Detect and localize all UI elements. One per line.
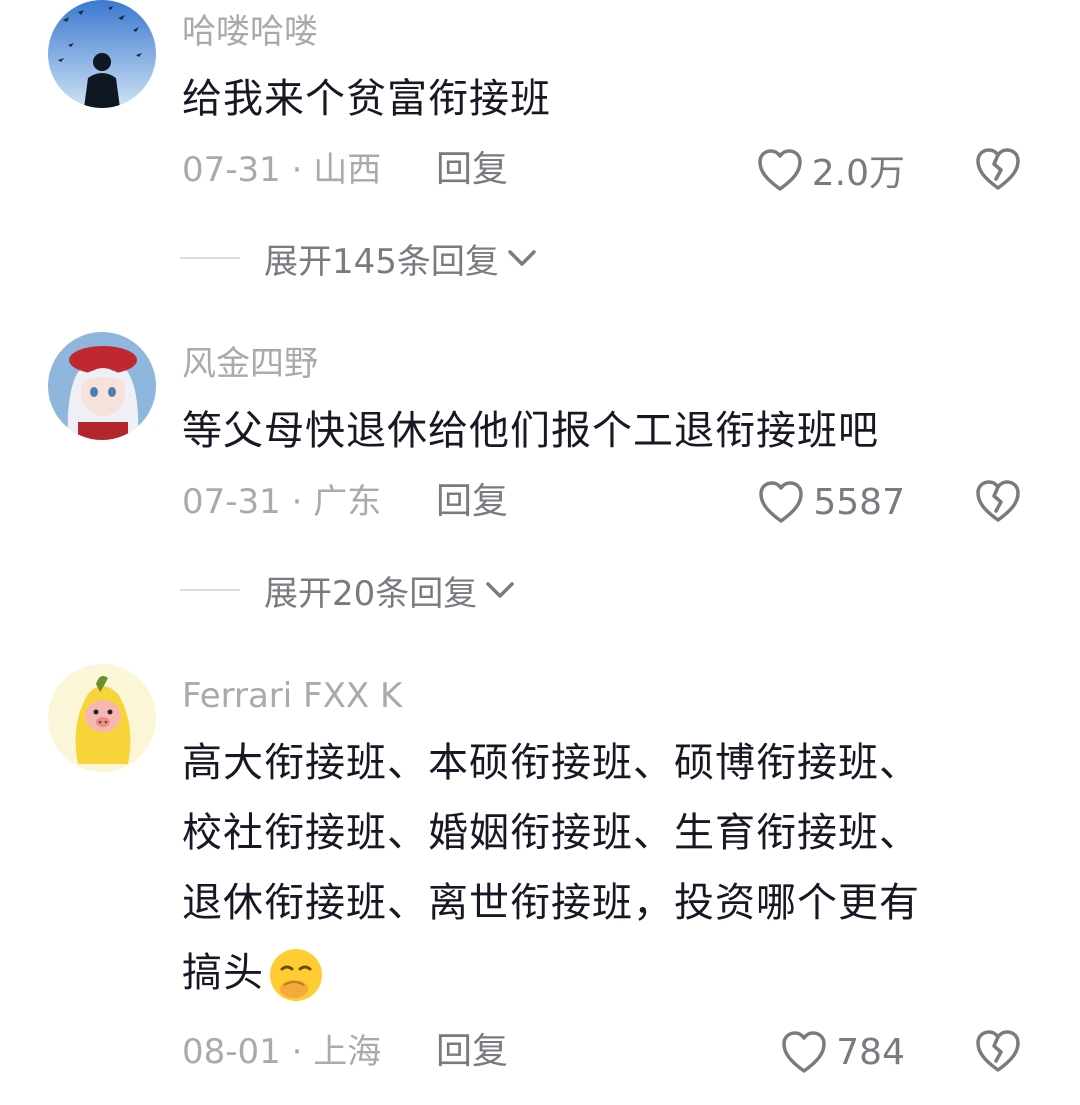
chevron-down-icon: [486, 582, 515, 598]
comment-text-line: 校社衔接班、婚姻衔接班、生育衔接班、: [182, 810, 920, 856]
broken-heart-icon: [976, 1030, 1020, 1072]
divider-dash: [180, 257, 240, 259]
comment-item: 哈喽哈喽 给我来个贫富衔接班 07-31 · 山西 回复 2.0万 展开145条…: [0, 0, 1080, 300]
like-count: 784: [836, 1031, 905, 1073]
broken-heart-icon: [976, 480, 1020, 522]
like-button[interactable]: 784: [780, 1028, 905, 1076]
comment-text-line: 等父母快退休给他们报个工退衔接班吧: [182, 408, 879, 454]
broken-heart-icon: [976, 148, 1020, 190]
comment-text: 给我来个贫富衔接班: [182, 64, 1002, 134]
username[interactable]: Ferrari FXX K: [182, 676, 402, 716]
user-avatar[interactable]: [48, 332, 156, 440]
user-avatar[interactable]: [48, 664, 156, 772]
expand-replies-button[interactable]: 展开145条回复: [180, 236, 537, 282]
dislike-button[interactable]: [974, 1028, 1022, 1076]
username[interactable]: 风金四野: [182, 344, 318, 384]
expand-replies-button[interactable]: 展开20条回复: [180, 568, 515, 614]
comment-text-line: 退休衔接班、离世衔接班，投资哪个更有: [182, 880, 920, 926]
user-avatar[interactable]: [48, 0, 156, 108]
like-count: 5587: [813, 481, 905, 523]
comment-date-location: 08-01 · 上海: [182, 1032, 382, 1072]
smirk-hand-over-mouth-emoji: [270, 949, 322, 1001]
comment-text-line: 高大衔接班、本硕衔接班、硕博衔接班、: [182, 740, 920, 786]
heart-outline-icon: [757, 149, 802, 191]
comment-text-line-last: 搞头: [182, 938, 1002, 1008]
dislike-button[interactable]: [974, 146, 1022, 194]
reply-button[interactable]: 回复: [436, 150, 508, 190]
expand-replies-label: 展开20条回复: [264, 573, 478, 614]
divider-dash: [180, 589, 240, 591]
comment-item: 风金四野 等父母快退休给他们报个工退衔接班吧 07-31 · 广东 回复 558…: [0, 332, 1080, 632]
like-button[interactable]: 2.0万: [756, 146, 905, 194]
comment-date-location: 07-31 · 山西: [182, 150, 382, 190]
comment-item: Ferrari FXX K 高大衔接班、本硕衔接班、硕博衔接班、 校社衔接班、婚…: [0, 664, 1080, 1104]
dislike-button[interactable]: [974, 478, 1022, 526]
chevron-down-icon: [508, 250, 536, 266]
like-count: 2.0万: [811, 153, 905, 194]
comment-text: 等父母快退休给他们报个工退衔接班吧: [182, 396, 1002, 466]
expand-replies-label: 展开145条回复: [264, 241, 499, 282]
reply-button[interactable]: 回复: [436, 482, 508, 522]
comment-date-location: 07-31 · 广东: [182, 482, 382, 522]
heart-outline-icon: [782, 1031, 827, 1073]
reply-button[interactable]: 回复: [436, 1032, 508, 1072]
comment-text-line: 给我来个贫富衔接班: [182, 76, 551, 122]
comment-text: 高大衔接班、本硕衔接班、硕博衔接班、 校社衔接班、婚姻衔接班、生育衔接班、 退休…: [182, 728, 1002, 1008]
heart-outline-icon: [759, 481, 804, 523]
comment-text-fragment: 搞头: [182, 950, 264, 996]
username[interactable]: 哈喽哈喽: [182, 12, 318, 52]
like-button[interactable]: 5587: [757, 478, 905, 526]
